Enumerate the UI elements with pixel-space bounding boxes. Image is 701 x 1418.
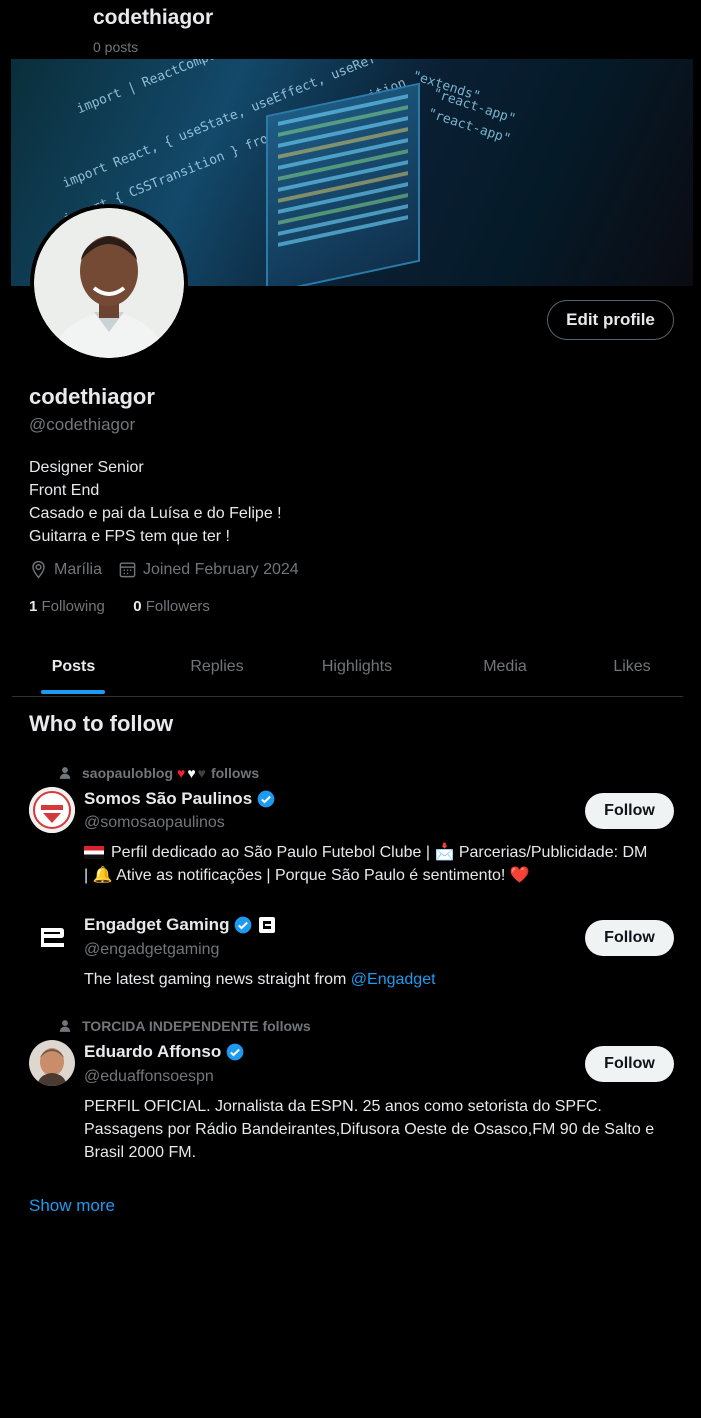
- following-link[interactable]: 1 Following: [29, 598, 105, 615]
- user-description-line: PERFIL OFICIAL. Jornalista da ESPN. 25 a…: [84, 1098, 602, 1115]
- tab-posts[interactable]: Posts: [41, 640, 106, 696]
- user-avatar[interactable]: [29, 787, 75, 833]
- user-description: Perfil dedicado ao São Paulo Futebol Clu…: [84, 841, 647, 887]
- profile-location: Marília: [54, 560, 103, 578]
- profile-joined: Joined February 2024: [143, 560, 299, 578]
- person-icon: [59, 1020, 71, 1032]
- tab-likes[interactable]: Likes: [592, 640, 672, 696]
- white-heart-icon: ♥: [187, 765, 196, 781]
- tab-replies[interactable]: Replies: [167, 640, 267, 696]
- who-to-follow-title: Who to follow: [29, 711, 174, 736]
- profile-bio: Designer Senior Front End Casado e pai d…: [29, 456, 282, 548]
- follow-counts: 1 Following 0 Followers: [29, 598, 210, 615]
- user-display-name: Engadget Gaming: [84, 915, 230, 934]
- user-description-line: | 🔔 Ative as notificações | Porque São P…: [84, 867, 530, 884]
- user-name-line[interactable]: Somos São Paulinos: [84, 789, 276, 809]
- profile-tabs: Posts Replies Highlights Media Likes: [12, 640, 683, 697]
- social-context-suffix: follows: [210, 765, 260, 781]
- active-tab-indicator: [41, 690, 105, 694]
- profile-meta: Marília Joined February 2024: [29, 560, 299, 579]
- following-label: Following: [41, 598, 105, 615]
- profile-display-name: codethiagor: [29, 384, 155, 409]
- social-context-user: saopauloblog: [82, 765, 173, 781]
- followers-count: 0: [133, 598, 142, 615]
- location-icon: [32, 560, 45, 579]
- user-description-line: Passagens por Rádio Bandeirantes,Difusor…: [84, 1121, 655, 1138]
- affiliate-badge-icon: [259, 917, 276, 933]
- show-more-link[interactable]: Show more: [29, 1196, 115, 1216]
- user-display-name: Somos São Paulinos: [84, 789, 253, 808]
- user-display-name: Eduardo Affonso: [84, 1042, 222, 1061]
- verified-badge-icon: [226, 1043, 244, 1061]
- black-heart-icon: ♥: [197, 765, 206, 781]
- follow-button[interactable]: Follow: [585, 793, 674, 829]
- following-count: 1: [29, 598, 38, 615]
- tab-media[interactable]: Media: [455, 640, 555, 696]
- user-description: The latest gaming news straight from @En…: [84, 968, 436, 991]
- bio-line: Casado e pai da Luísa e do Felipe !: [29, 505, 282, 522]
- profile-avatar[interactable]: [30, 204, 188, 362]
- user-avatar[interactable]: [29, 1040, 75, 1086]
- user-handle: @engadgetgaming: [84, 941, 220, 958]
- follow-button[interactable]: Follow: [585, 920, 674, 956]
- user-description-text: The latest gaming news straight from: [84, 971, 351, 988]
- followers-link[interactable]: 0 Followers: [133, 598, 210, 615]
- profile-handle: @codethiagor: [29, 415, 136, 434]
- tab-highlights[interactable]: Highlights: [307, 640, 407, 696]
- bio-line: Front End: [29, 482, 100, 499]
- person-icon: [59, 767, 71, 779]
- verified-badge-icon: [257, 790, 275, 808]
- flag-icon: [84, 846, 104, 859]
- social-context: saopauloblog ♥ ♥ ♥ follows: [58, 765, 259, 781]
- follow-button[interactable]: Follow: [585, 1046, 674, 1082]
- header-post-count: 0 posts: [93, 39, 139, 55]
- followers-label: Followers: [145, 598, 210, 615]
- user-avatar[interactable]: [29, 914, 75, 960]
- verified-badge-icon: [235, 916, 252, 934]
- social-context-user: TORCIDA INDEPENDENTE follows: [82, 1018, 311, 1034]
- user-name-line[interactable]: Engadget Gaming: [84, 915, 276, 935]
- user-description-line: Perfil dedicado ao São Paulo Futebol Clu…: [111, 844, 648, 861]
- user-description: PERFIL OFICIAL. Jornalista da ESPN. 25 a…: [84, 1095, 654, 1164]
- user-handle: @eduaffonsoespn: [84, 1068, 214, 1085]
- engadget-mention-link[interactable]: @Engadget: [351, 971, 436, 988]
- header-title: codethiagor: [93, 6, 214, 29]
- social-context: TORCIDA INDEPENDENTE follows: [58, 1018, 311, 1034]
- calendar-icon: [119, 562, 136, 578]
- user-name-line[interactable]: Eduardo Affonso: [84, 1042, 245, 1062]
- user-description-line: Brasil 2000 FM.: [84, 1144, 197, 1161]
- edit-profile-button[interactable]: Edit profile: [547, 300, 674, 340]
- bio-line: Guitarra e FPS tem que ter !: [29, 528, 230, 545]
- red-heart-icon: ♥: [177, 765, 186, 781]
- user-handle: @somosaopaulinos: [84, 814, 225, 831]
- bio-line: Designer Senior: [29, 459, 144, 476]
